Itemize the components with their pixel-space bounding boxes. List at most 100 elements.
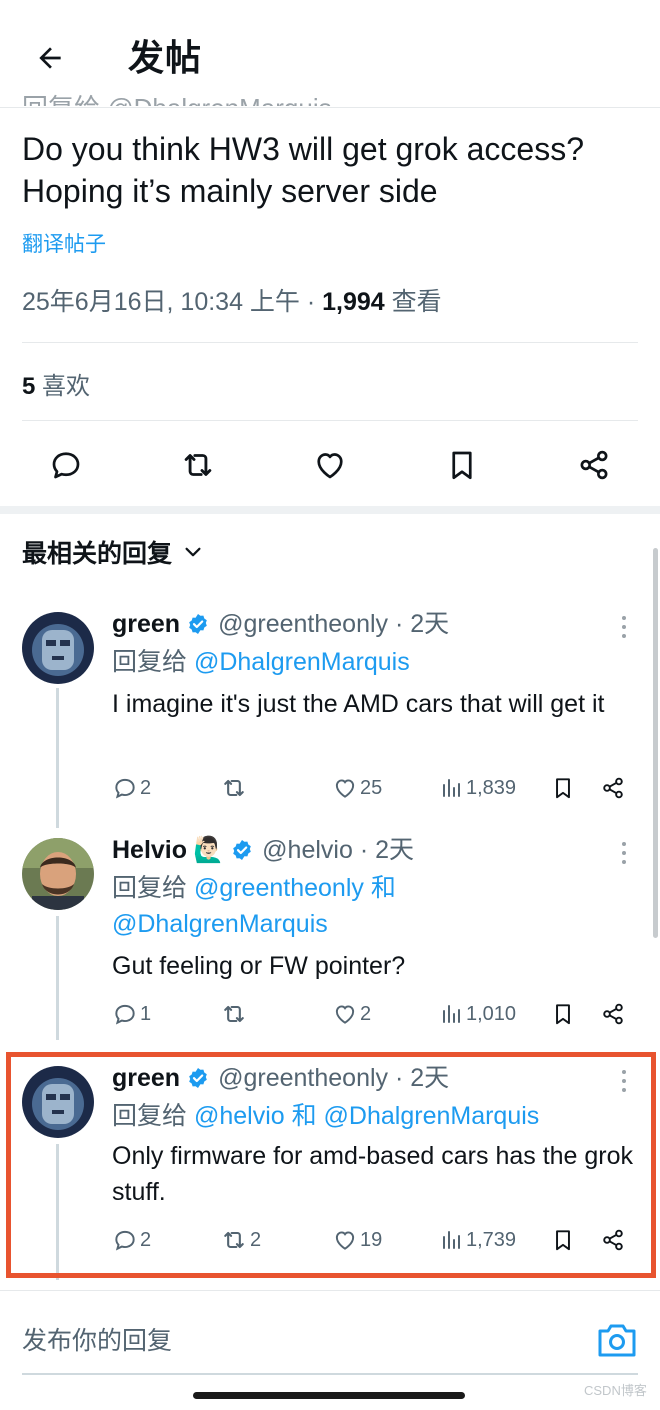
bookmark-button[interactable] bbox=[550, 998, 576, 1030]
reply-to-prefix: 回复给 bbox=[112, 648, 194, 676]
bookmark-icon bbox=[556, 1004, 570, 1025]
views-icon bbox=[443, 1231, 460, 1249]
like-button[interactable]: 2 bbox=[332, 998, 371, 1030]
author-name[interactable]: green bbox=[112, 608, 180, 640]
mention-link[interactable]: @DhalgrenMarquis bbox=[194, 648, 410, 676]
avatar-image bbox=[22, 612, 94, 684]
camera-button[interactable] bbox=[596, 1321, 638, 1359]
bookmark-button[interactable] bbox=[435, 438, 489, 492]
avatar[interactable] bbox=[22, 612, 94, 684]
views-count: 1,739 bbox=[466, 1228, 517, 1251]
like-button[interactable] bbox=[303, 438, 357, 492]
views-icon bbox=[443, 779, 460, 797]
mention-link[interactable]: @helvio 和 @DhalgrenMarquis bbox=[194, 1102, 539, 1130]
thread-line bbox=[56, 1144, 59, 1280]
repost-icon bbox=[184, 454, 212, 476]
avatar-image bbox=[22, 838, 94, 910]
author-handle: @greentheonly · 2天 bbox=[218, 1064, 450, 1092]
bookmark-icon bbox=[556, 778, 570, 799]
repost-button[interactable] bbox=[171, 438, 225, 492]
views-icon bbox=[443, 1005, 460, 1023]
reply-text: Only firmware for amd-based cars has the… bbox=[112, 1142, 634, 1206]
repost-button[interactable] bbox=[220, 772, 250, 804]
post-meta: 25年6月16日, 10:34 上午 · 1,994 查看 bbox=[22, 286, 442, 318]
reply-actions: 2 2 19 1,739 bbox=[112, 1224, 632, 1256]
author-handle: @greentheonly · 2天 bbox=[218, 610, 450, 638]
post-text: Do you think HW3 will get grok access? H… bbox=[22, 131, 584, 209]
reply-icon bbox=[115, 1004, 135, 1025]
reply-icon bbox=[115, 778, 135, 799]
repost-button[interactable] bbox=[220, 998, 250, 1030]
section-separator bbox=[0, 506, 660, 514]
more-icon[interactable] bbox=[614, 610, 634, 644]
share-button[interactable] bbox=[600, 772, 626, 804]
sort-label: 最相关的回复 bbox=[22, 540, 173, 568]
thread-line bbox=[56, 688, 59, 828]
reply-actions: 1 2 1,010 bbox=[112, 998, 632, 1030]
share-icon bbox=[603, 1003, 623, 1025]
views-button[interactable]: 1,010 bbox=[440, 998, 516, 1030]
reply-button[interactable] bbox=[39, 438, 93, 492]
share-button[interactable] bbox=[600, 998, 626, 1030]
reply-count: 2 bbox=[140, 1228, 152, 1251]
like-button[interactable]: 19 bbox=[332, 1224, 382, 1256]
post-views-label: 查看 bbox=[384, 288, 442, 316]
post-timestamp: 25年6月16日, 10:34 上午 · bbox=[22, 288, 323, 316]
watermark: CSDN博客 bbox=[584, 1383, 647, 1398]
share-icon bbox=[580, 450, 608, 480]
reply-input[interactable] bbox=[22, 1321, 562, 1361]
repost-icon bbox=[224, 1231, 244, 1249]
reply-header: Helvio 🙋🏻‍♂️ @helvio · 2天 bbox=[112, 834, 414, 866]
camera-icon bbox=[598, 1324, 636, 1357]
avatar[interactable] bbox=[22, 1066, 94, 1138]
likes-row[interactable]: 5 喜欢 bbox=[22, 366, 90, 401]
share-button[interactable] bbox=[600, 1224, 626, 1256]
share-button[interactable] bbox=[567, 438, 621, 492]
views-button[interactable]: 1,839 bbox=[440, 772, 516, 804]
reply-button[interactable]: 1 bbox=[112, 998, 151, 1030]
reply-button[interactable]: 2 bbox=[112, 1224, 151, 1256]
views-count: 1,010 bbox=[466, 1002, 517, 1025]
reply-to-line: 回复给 @DhalgrenMarquis bbox=[112, 644, 632, 680]
home-indicator[interactable] bbox=[193, 1392, 465, 1399]
reply-text: Gut feeling or FW pointer? bbox=[112, 952, 406, 980]
repost-icon bbox=[224, 1005, 244, 1023]
reply-header: green @greentheonly · 2天 bbox=[112, 1062, 449, 1094]
repost-button[interactable]: 2 bbox=[220, 1224, 261, 1256]
verified-badge-icon bbox=[189, 1068, 207, 1088]
page-title: 发帖 bbox=[128, 37, 203, 78]
repost-count: 2 bbox=[250, 1228, 262, 1251]
compose-underline bbox=[22, 1373, 638, 1375]
reply-actions: 2 25 1,839 bbox=[112, 772, 632, 804]
bookmark-icon bbox=[556, 1230, 570, 1251]
reply-count: 1 bbox=[140, 1002, 152, 1025]
like-button[interactable]: 25 bbox=[332, 772, 382, 804]
reply-sort-dropdown[interactable]: 最相关的回复 bbox=[22, 534, 204, 570]
more-icon[interactable] bbox=[614, 1064, 634, 1098]
reply-button[interactable]: 2 bbox=[112, 772, 151, 804]
bookmark-icon bbox=[452, 451, 472, 480]
more-icon[interactable] bbox=[614, 836, 634, 870]
avatar[interactable] bbox=[22, 838, 94, 910]
views-count: 1,839 bbox=[466, 776, 517, 799]
bookmark-button[interactable] bbox=[550, 772, 576, 804]
repost-icon bbox=[224, 779, 244, 797]
reply-text: I imagine it's just the AMD cars that wi… bbox=[112, 690, 605, 718]
translate-post-link[interactable]: 翻译帖子 bbox=[22, 228, 106, 258]
author-name[interactable]: green bbox=[112, 1062, 180, 1094]
like-count: 19 bbox=[360, 1228, 383, 1251]
reply-header: green @greentheonly · 2天 bbox=[112, 608, 449, 640]
reply-to-line: 回复给 @greentheonly 和 @DhalgrenMarquis bbox=[112, 870, 442, 942]
author-name[interactable]: Helvio bbox=[112, 834, 187, 866]
bookmark-button[interactable] bbox=[550, 1224, 576, 1256]
divider bbox=[22, 420, 638, 421]
reply-to-prefix: 回复给 bbox=[112, 874, 194, 902]
reply-to-prefix: 回复给 bbox=[112, 1102, 194, 1130]
post-action-bar bbox=[0, 438, 660, 492]
avatar-image bbox=[22, 1066, 94, 1138]
partially-hidden-text: 回复给 @DhalgrenMarquis bbox=[22, 84, 332, 106]
like-icon bbox=[317, 453, 343, 479]
share-icon bbox=[603, 1229, 623, 1251]
views-button[interactable]: 1,739 bbox=[440, 1224, 516, 1256]
back-button[interactable] bbox=[28, 36, 72, 80]
